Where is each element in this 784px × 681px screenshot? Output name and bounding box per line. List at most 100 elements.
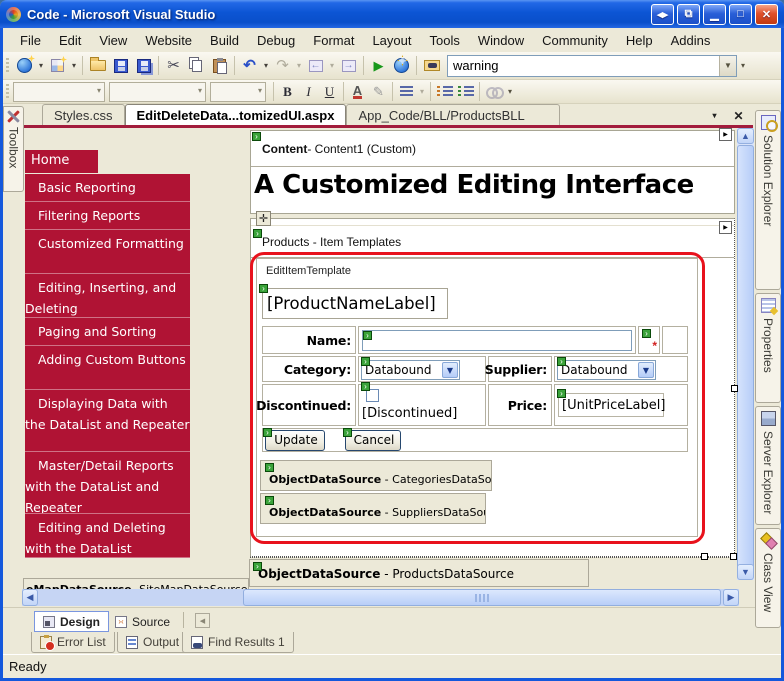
nav-item-editing-inserting-deleting[interactable]: Editing, Inserting, and Deleting (25, 274, 190, 318)
toolbar-grip[interactable] (6, 84, 9, 100)
scroll-right-icon[interactable]: ▶ (723, 589, 739, 606)
align-left-icon[interactable] (396, 81, 417, 102)
products-header[interactable]: Products - Item Templates (251, 225, 734, 258)
tab-design-view[interactable]: Design (34, 611, 109, 632)
font-name-combobox[interactable] (109, 82, 206, 102)
class-view-tab[interactable]: Class View (755, 528, 781, 628)
supplier-dropdownlist[interactable]: Databound ▼ (557, 360, 656, 380)
navigate-backward-icon[interactable]: ← (304, 55, 327, 77)
save-icon[interactable] (109, 55, 132, 77)
save-all-icon[interactable] (132, 55, 155, 77)
find-in-files-icon[interactable] (420, 55, 443, 77)
view-in-browser-icon[interactable] (390, 55, 413, 77)
tab-output[interactable]: Output (117, 632, 188, 653)
bullet-list-icon[interactable] (434, 81, 455, 102)
vertical-scrollbar[interactable]: ▲ ▼ (737, 128, 754, 580)
nav-item-filtering-reports[interactable]: Filtering Reports (25, 202, 190, 230)
selection-handle[interactable] (730, 553, 737, 560)
category-dropdownlist[interactable]: Databound ▼ (361, 360, 460, 380)
italic-icon[interactable]: I (298, 81, 319, 102)
cancel-button[interactable]: Cancel (345, 430, 401, 451)
new-website-dropdown-icon[interactable]: ▾ (36, 55, 46, 77)
nav-item-editing-deleting-datalist[interactable]: Editing and Deleting with the DataList (25, 514, 190, 558)
menu-layout[interactable]: Layout (363, 29, 420, 52)
product-name-label-control[interactable]: [ProductNameLabel] (262, 288, 448, 319)
add-new-item-dropdown-icon[interactable]: ▾ (69, 55, 79, 77)
menu-tools[interactable]: Tools (421, 29, 469, 52)
find-combobox[interactable]: warning ▼ (447, 55, 737, 77)
font-color-icon[interactable]: A (353, 85, 362, 99)
menu-window[interactable]: Window (469, 29, 533, 52)
tab-list-dropdown-icon[interactable]: ▾ (707, 108, 722, 123)
nav-item-basic-reporting[interactable]: Basic Reporting (25, 174, 190, 202)
find-combobox-dropdown-icon[interactable]: ▼ (719, 56, 736, 76)
undo-dropdown-icon[interactable]: ▾ (261, 55, 271, 77)
scroll-up-icon[interactable]: ▲ (737, 128, 754, 144)
close-document-icon[interactable]: ✕ (731, 108, 746, 123)
menu-website[interactable]: Website (136, 29, 201, 52)
content-control[interactable]: Content - Content1 (Custom) A Customized… (250, 130, 735, 214)
nav-item-displaying-data[interactable]: Displaying Data with the DataList and Re… (25, 390, 190, 452)
tab-error-list[interactable]: Error List (31, 632, 115, 653)
undo-icon[interactable]: ↶ (238, 55, 261, 77)
products-smart-tag-button[interactable] (719, 221, 732, 234)
toolbar-grip[interactable] (6, 58, 9, 74)
start-debugging-icon[interactable]: ▶ (367, 55, 390, 77)
paste-icon[interactable] (208, 55, 231, 77)
nav-item-master-detail[interactable]: Master/Detail Reports with the DataList … (25, 452, 190, 514)
server-explorer-tab[interactable]: Server Explorer (755, 406, 781, 525)
properties-tab[interactable]: Properties (755, 293, 781, 403)
content-smart-tag-button[interactable] (719, 128, 732, 141)
move-handle-icon[interactable]: ✛ (256, 211, 271, 226)
menu-format[interactable]: Format (304, 29, 363, 52)
toolbar-overflow-icon[interactable]: ▾ (504, 81, 516, 103)
nav-item-home[interactable]: Home (25, 150, 98, 173)
supplier-dropdown-arrow-icon[interactable]: ▼ (638, 362, 654, 378)
menu-help[interactable]: Help (617, 29, 662, 52)
nav-item-customized-formatting[interactable]: Customized Formatting (25, 230, 190, 274)
tab-source-view[interactable]: Source (107, 611, 178, 632)
cut-icon[interactable]: ✂ (162, 55, 185, 77)
vertical-scrollbar-thumb[interactable] (737, 145, 754, 573)
menu-view[interactable]: View (90, 29, 136, 52)
maximize-button[interactable]: □ (729, 4, 752, 25)
nav-item-paging-sorting[interactable]: Paging and Sorting (25, 318, 190, 346)
add-new-item-icon[interactable] (46, 55, 69, 77)
scroll-down-icon[interactable]: ▼ (737, 564, 754, 580)
toolbox-tab[interactable]: Toolbox (3, 106, 24, 192)
suppliers-datasource-control[interactable]: ObjectDataSource - SuppliersDataSource (260, 493, 486, 524)
menu-edit[interactable]: Edit (50, 29, 90, 52)
content-control-header[interactable]: Content - Content1 (Custom) (251, 131, 734, 167)
open-file-icon[interactable] (86, 55, 109, 77)
tab-find-results[interactable]: Find Results 1 (182, 632, 294, 653)
horizontal-scrollbar-thumb[interactable] (243, 589, 721, 606)
update-button[interactable]: Update (265, 430, 325, 451)
menu-debug[interactable]: Debug (248, 29, 304, 52)
switch-monitor-button[interactable]: ◂▸ (651, 4, 674, 25)
categories-datasource-control[interactable]: ObjectDataSource - CategoriesDataSource (260, 460, 492, 491)
close-button[interactable]: ✕ (755, 4, 778, 25)
redo-icon[interactable]: ↷ (271, 55, 294, 77)
solution-explorer-tab[interactable]: Solution Explorer (755, 110, 781, 290)
selection-handle[interactable] (701, 553, 708, 560)
title-bar[interactable]: Code - Microsoft Visual Studio ◂▸ ⧉ ▁ □ … (0, 0, 784, 28)
menu-file[interactable]: File (11, 29, 50, 52)
new-website-icon[interactable] (13, 55, 36, 77)
tab-scroll-left-icon[interactable]: ◀ (195, 613, 210, 628)
menu-addins[interactable]: Addins (662, 29, 720, 52)
menu-community[interactable]: Community (533, 29, 617, 52)
tab-products-bll[interactable]: App_Code/BLL/ProductsBLL (346, 104, 559, 125)
category-dropdown-arrow-icon[interactable]: ▼ (442, 362, 458, 378)
target-rule-combobox[interactable] (13, 82, 105, 102)
unit-price-label-control[interactable]: [UnitPriceLabel] (558, 393, 664, 417)
numbered-list-icon[interactable] (455, 81, 476, 102)
menu-build[interactable]: Build (201, 29, 248, 52)
copy-icon[interactable] (185, 55, 208, 77)
nav-item-adding-custom-buttons[interactable]: Adding Custom Buttons (25, 346, 190, 390)
product-name-textbox[interactable] (362, 330, 632, 351)
toolbar-overflow-icon[interactable]: ▾ (737, 55, 749, 77)
products-datasource-control[interactable]: ObjectDataSource - ProductsDataSource (249, 559, 589, 587)
scroll-left-icon[interactable]: ◀ (22, 589, 38, 606)
bold-icon[interactable]: B (277, 81, 298, 102)
navigate-forward-icon[interactable]: → (337, 55, 360, 77)
